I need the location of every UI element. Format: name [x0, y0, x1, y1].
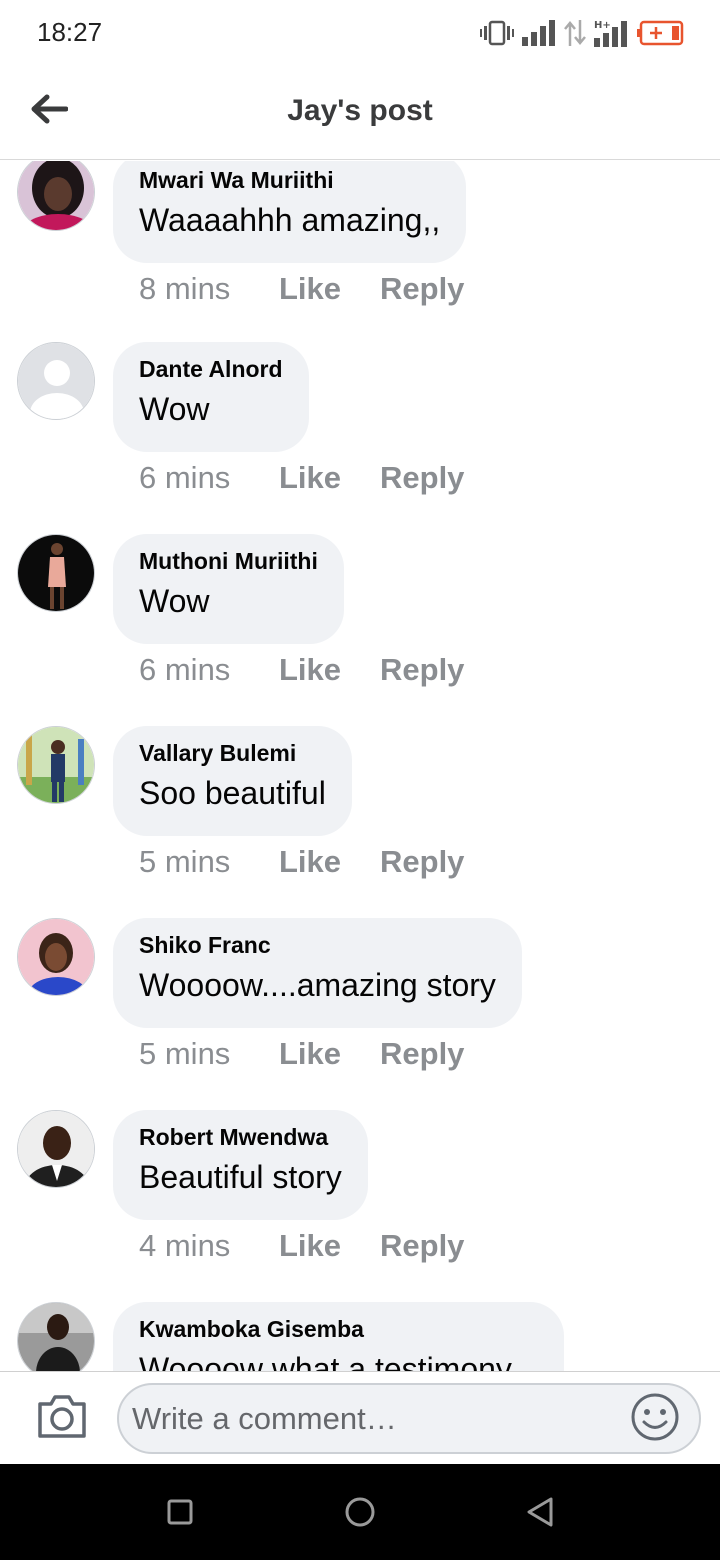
avatar-photo	[18, 1111, 94, 1187]
default-avatar-icon	[18, 343, 94, 419]
avatar-photo	[18, 919, 94, 995]
comment-input[interactable]	[117, 1383, 701, 1454]
comment-time[interactable]: 5 mins	[139, 844, 279, 880]
status-icons: H+	[480, 18, 684, 48]
comment-time[interactable]: 6 mins	[139, 460, 279, 496]
comment-item: Vallary Bulemi Soo beautiful 5 mins Like…	[0, 726, 720, 918]
comment-item: Dante Alnord Wow 6 mins Like Reply	[0, 342, 720, 534]
reply-button[interactable]: Reply	[380, 1036, 464, 1072]
comment-list[interactable]: Mwari Wa Muriithi Waaaahhh amazing,, 8 m…	[0, 161, 720, 1371]
avatar-photo	[18, 161, 94, 230]
comment-item: Kwamboka Gisemba Woooow what a testimony	[0, 1302, 720, 1371]
comment-time[interactable]: 8 mins	[139, 271, 279, 307]
avatar[interactable]	[17, 1302, 95, 1371]
comment-author[interactable]: Kwamboka Gisemba	[139, 1316, 538, 1343]
signal-icon	[522, 20, 555, 46]
avatar[interactable]	[17, 342, 95, 420]
avatar-photo	[18, 727, 94, 803]
comment-composer	[0, 1371, 720, 1464]
comment-item: Muthoni Muriithi Wow 6 mins Like Reply	[0, 534, 720, 726]
recents-button[interactable]	[158, 1490, 202, 1534]
comment-meta: 8 mins Like Reply	[139, 271, 464, 307]
camera-button[interactable]	[36, 1392, 88, 1440]
avatar-photo	[18, 1303, 94, 1371]
reply-button[interactable]: Reply	[380, 271, 464, 307]
comment-text: Wow	[139, 391, 210, 427]
comment-item: Shiko Franc Woooow....amazing story 5 mi…	[0, 918, 720, 1110]
avatar-photo	[18, 535, 94, 611]
svg-text:H+: H+	[594, 20, 611, 31]
comment-item: Mwari Wa Muriithi Waaaahhh amazing,, 8 m…	[0, 161, 720, 345]
like-button[interactable]: Like	[279, 271, 380, 307]
vibrate-icon	[480, 20, 514, 46]
comment-time[interactable]: 4 mins	[139, 1228, 279, 1264]
comment-author[interactable]: Dante Alnord	[139, 356, 283, 383]
signal-hplus-icon: H+	[594, 20, 627, 47]
emoji-button[interactable]	[630, 1392, 680, 1442]
home-button[interactable]	[338, 1490, 382, 1534]
like-button[interactable]: Like	[279, 460, 380, 496]
comment-bubble[interactable]: Mwari Wa Muriithi Waaaahhh amazing,,	[113, 161, 467, 263]
data-arrows-icon	[564, 20, 586, 46]
recents-square-icon	[167, 1499, 193, 1525]
status-time: 18:27	[37, 17, 103, 47]
system-back-button[interactable]	[518, 1490, 562, 1534]
avatar[interactable]	[17, 1110, 95, 1188]
battery-low-icon	[637, 20, 684, 46]
comment-meta: 5 mins Like Reply	[139, 1036, 464, 1072]
comment-author[interactable]: Vallary Bulemi	[139, 740, 326, 767]
comment-author[interactable]: Muthoni Muriithi	[139, 548, 318, 575]
status-bar: 18:27 H+	[0, 0, 720, 66]
like-button[interactable]: Like	[279, 844, 380, 880]
reply-button[interactable]: Reply	[380, 652, 464, 688]
system-nav-bar	[0, 1464, 720, 1560]
comment-bubble[interactable]: Kwamboka Gisemba Woooow what a testimony	[113, 1302, 564, 1371]
comment-meta: 5 mins Like Reply	[139, 844, 464, 880]
page-title: Jay's post	[287, 94, 433, 127]
comment-time[interactable]: 6 mins	[139, 652, 279, 688]
comment-text: Beautiful story	[139, 1159, 342, 1195]
comment-bubble[interactable]: Dante Alnord Wow	[113, 342, 309, 452]
comment-meta: 6 mins Like Reply	[139, 652, 464, 688]
comment-meta: 4 mins Like Reply	[139, 1228, 464, 1264]
comment-time[interactable]: 5 mins	[139, 1036, 279, 1072]
comment-author[interactable]: Robert Mwendwa	[139, 1124, 342, 1151]
reply-button[interactable]: Reply	[380, 460, 464, 496]
like-button[interactable]: Like	[279, 1228, 380, 1264]
comment-meta: 6 mins Like Reply	[139, 460, 464, 496]
like-button[interactable]: Like	[279, 652, 380, 688]
comment-item: Robert Mwendwa Beautiful story 4 mins Li…	[0, 1110, 720, 1302]
like-button[interactable]: Like	[279, 1036, 380, 1072]
comment-text: Woooow what a testimony	[139, 1351, 512, 1371]
comment-bubble[interactable]: Shiko Franc Woooow....amazing story	[113, 918, 522, 1028]
comment-author[interactable]: Mwari Wa Muriithi	[139, 167, 440, 194]
post-header: Jay's post	[0, 66, 720, 160]
avatar[interactable]	[17, 726, 95, 804]
camera-icon	[38, 1395, 86, 1438]
comment-text: Woooow....amazing story	[139, 967, 496, 1003]
comment-text: Wow	[139, 583, 210, 619]
comment-author[interactable]: Shiko Franc	[139, 932, 496, 959]
comment-bubble[interactable]: Muthoni Muriithi Wow	[113, 534, 344, 644]
home-circle-icon	[345, 1497, 375, 1527]
comment-bubble[interactable]: Vallary Bulemi Soo beautiful	[113, 726, 352, 836]
avatar[interactable]	[17, 161, 95, 231]
avatar[interactable]	[17, 534, 95, 612]
reply-button[interactable]: Reply	[380, 844, 464, 880]
back-triangle-icon	[527, 1497, 553, 1527]
reply-button[interactable]: Reply	[380, 1228, 464, 1264]
comment-bubble[interactable]: Robert Mwendwa Beautiful story	[113, 1110, 368, 1220]
comment-text: Waaaahhh amazing,,	[139, 202, 441, 238]
emoji-icon	[631, 1393, 679, 1441]
avatar[interactable]	[17, 918, 95, 996]
comment-text: Soo beautiful	[139, 775, 326, 811]
